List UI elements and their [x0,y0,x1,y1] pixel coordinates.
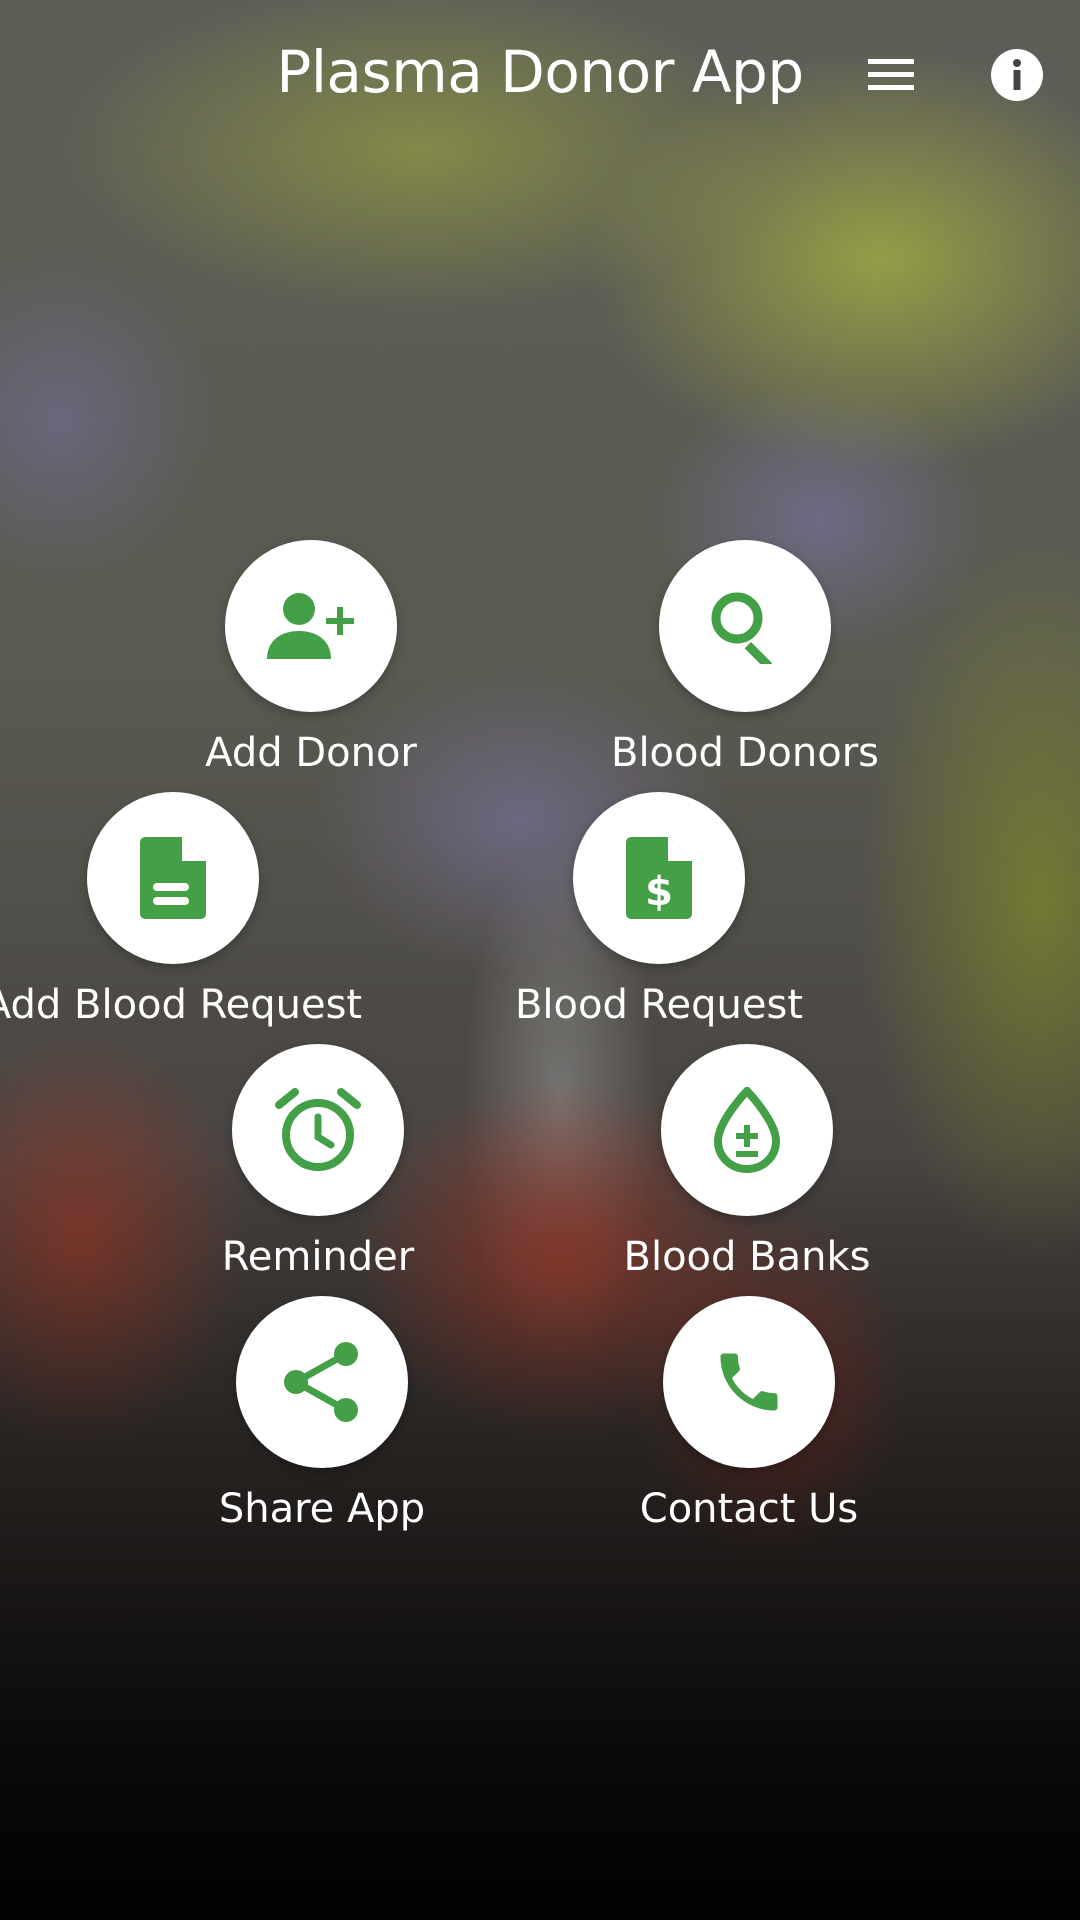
add-blood-request-button[interactable] [87,792,259,964]
blood-banks-tile[interactable]: Blood Banks [612,1044,882,1280]
add-donor-tile[interactable]: Add Donor [205,540,417,776]
alarm-clock-icon [275,1088,361,1171]
info-button[interactable] [982,40,1052,110]
hamburger-menu-icon [868,59,914,90]
home-screen: Plasma Donor App Add Donor Blood Donors … [0,0,1080,1920]
blood-request-tile[interactable]: $ Blood Request [514,792,804,1028]
reminder-label: Reminder [221,1234,415,1280]
svg-text:$: $ [645,869,673,915]
share-app-tile[interactable]: Share App [212,1296,432,1532]
blood-request-label: Blood Request [514,982,804,1028]
share-icon [284,1342,358,1422]
blood-request-button[interactable]: $ [573,792,745,964]
dollar-document-icon: $ [626,837,692,919]
contact-us-label: Contact Us [639,1486,859,1532]
contact-us-button[interactable] [663,1296,835,1468]
reminder-button[interactable] [232,1044,404,1216]
add-donor-label: Add Donor [205,730,417,776]
search-icon [711,592,773,664]
blood-banks-button[interactable] [661,1044,833,1216]
document-icon [140,837,206,919]
blood-donors-label: Blood Donors [611,730,879,776]
add-blood-request-tile[interactable]: Add Blood Request [0,792,362,1028]
blood-banks-label: Blood Banks [623,1234,871,1280]
phone-icon [720,1353,778,1411]
reminder-tile[interactable]: Reminder [218,1044,418,1280]
share-app-label: Share App [218,1486,426,1532]
add-donor-button[interactable] [225,540,397,712]
menu-button[interactable] [856,40,926,110]
blood-donors-tile[interactable]: Blood Donors [600,540,890,776]
add-person-icon [267,593,354,659]
contact-us-tile[interactable]: Contact Us [609,1296,889,1532]
share-app-button[interactable] [236,1296,408,1468]
info-icon [991,49,1043,101]
add-blood-request-label: Add Blood Request [0,982,363,1028]
blood-donors-button[interactable] [659,540,831,712]
blood-drop-plus-minus-icon [713,1087,781,1173]
